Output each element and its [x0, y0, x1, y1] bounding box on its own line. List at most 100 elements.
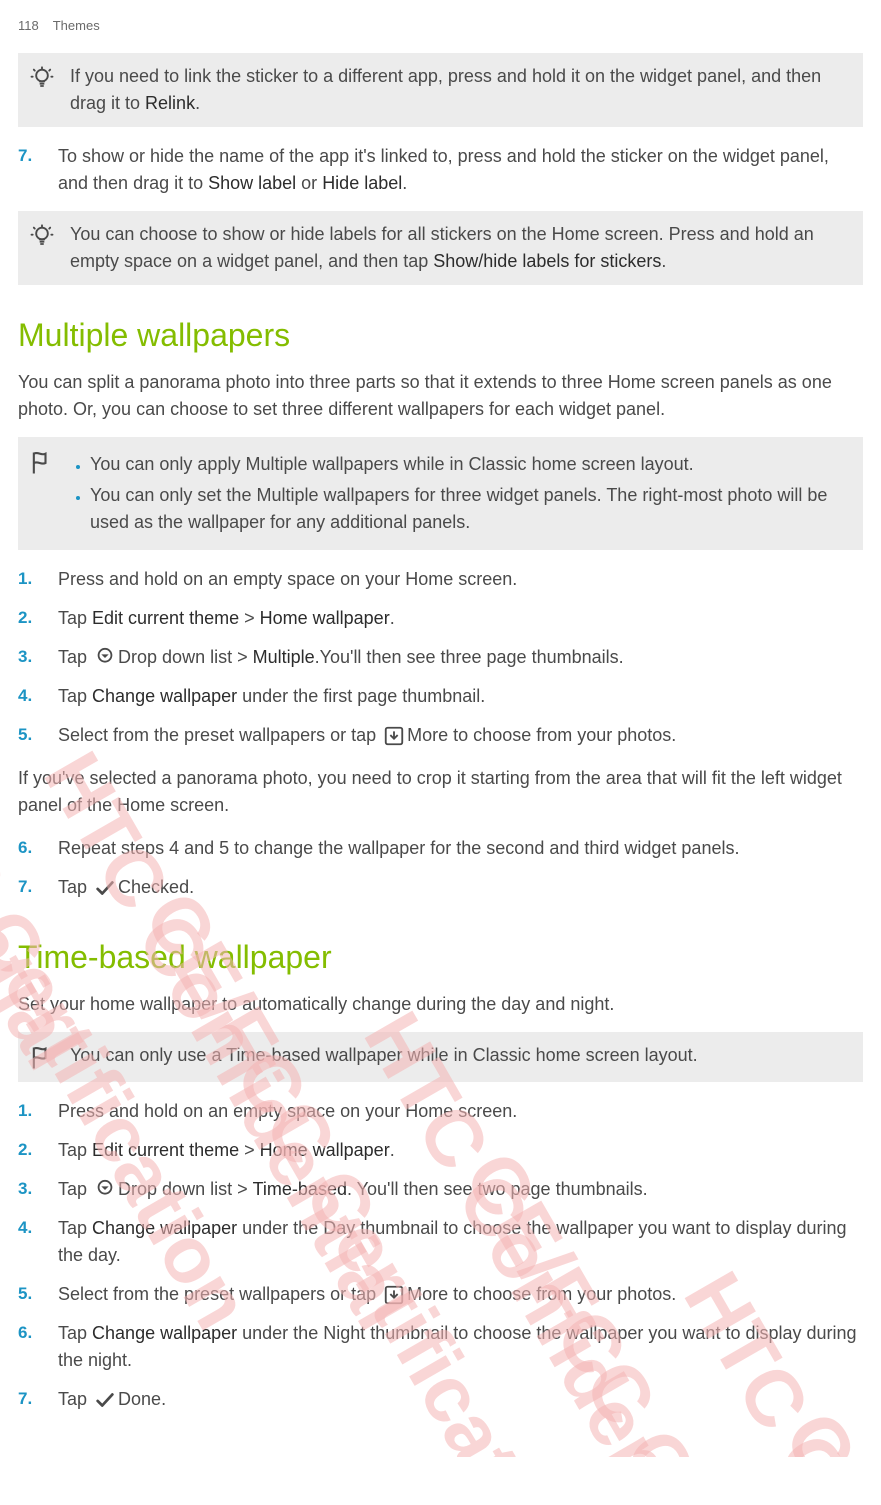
note-show-hide-labels: You can choose to show or hide labels fo… [18, 211, 863, 285]
note-relink-body: If you need to link the sticker to a dif… [70, 63, 849, 117]
multiple-step-6: 6. Repeat steps 4 and 5 to change the wa… [18, 829, 863, 868]
timebased-intro: Set your home wallpaper to automatically… [18, 991, 863, 1018]
step-number: 5. [18, 1281, 44, 1308]
step-number: 7. [18, 143, 44, 197]
note-relink-period: . [195, 93, 200, 113]
multiple-step-3: 3. Tap Drop down list > Multiple.You'll … [18, 638, 863, 677]
s4-post: under the first page thumbnail. [237, 686, 485, 706]
heading-time-based-wallpaper: Time-based wallpaper [18, 933, 863, 981]
step7-text-a: To show or hide the name of the app it's… [58, 146, 829, 193]
s5-more: More to choose from your photos. [407, 725, 676, 745]
multiple-intro: You can split a panorama photo into thre… [18, 369, 863, 423]
multiple-steps: 1. Press and hold on an empty space on y… [18, 560, 863, 755]
timebased-steps: 1. Press and hold on an empty space on y… [18, 1092, 863, 1419]
step-body: Tap Drop down list > Multiple.You'll the… [58, 644, 863, 671]
page-section: Themes [53, 18, 100, 33]
home-wallpaper: Home wallpaper [260, 608, 390, 628]
s3-post: .You'll then see three page thumbnails. [315, 647, 624, 667]
step-body: Tap Edit current theme > Home wallpaper. [58, 1137, 863, 1164]
s2-mid: > [239, 608, 260, 628]
multiple-steps-cont: 6. Repeat steps 4 and 5 to change the wa… [18, 829, 863, 907]
note-labels-body: You can choose to show or hide labels fo… [70, 221, 849, 275]
timebased-step-3: 3. Tap Drop down list > Time-based. You'… [18, 1170, 863, 1209]
step-body: Tap Change wallpaper under the first pag… [58, 683, 863, 710]
step7-period: . [402, 173, 407, 193]
tb-s3-drop: Drop down list > [118, 1179, 253, 1199]
step-body: To show or hide the name of the app it's… [58, 143, 863, 197]
timebased-step-6: 6. Tap Change wallpaper under the Night … [18, 1314, 863, 1380]
step-number: 6. [18, 835, 44, 862]
step-number: 3. [18, 1176, 44, 1203]
step-number: 4. [18, 1215, 44, 1269]
multiple-interjection: If you've selected a panorama photo, you… [18, 765, 863, 819]
heading-multiple-wallpapers: Multiple wallpapers [18, 311, 863, 359]
step-number: 6. [18, 1320, 44, 1374]
page-root: HTC Confidential CE/FCC Certification HT… [0, 0, 881, 1457]
step-number: 1. [18, 1098, 44, 1125]
flag-icon [28, 447, 56, 540]
s2-pre: Tap [58, 608, 92, 628]
sticker-step-7: 7. To show or hide the name of the app i… [18, 137, 863, 203]
step7-or: or [296, 173, 322, 193]
s4-pre: Tap [58, 686, 92, 706]
s3-pre: Tap [58, 647, 92, 667]
tb-s5-pre: Select from the preset wallpapers or tap [58, 1284, 381, 1304]
timebased-step-2: 2. Tap Edit current theme > Home wallpap… [18, 1131, 863, 1170]
step-number: 3. [18, 644, 44, 671]
more-download-icon [383, 725, 405, 747]
step-body: Tap Checked. [58, 874, 863, 901]
step-number: 2. [18, 1137, 44, 1164]
note-timebased: You can only use a Time-based wallpaper … [18, 1032, 863, 1082]
note-multiple-item-1: You can only set the Multiple wallpapers… [90, 482, 849, 536]
show-label: Show label [208, 173, 296, 193]
multiple-option: Multiple [253, 647, 315, 667]
hide-label: Hide label [322, 173, 402, 193]
note-labels-period: . [661, 251, 666, 271]
tb-s5-more: More to choose from your photos. [407, 1284, 676, 1304]
page-number: 118 [18, 18, 39, 33]
s7-checked: Checked. [118, 877, 194, 897]
s2-post: . [390, 608, 395, 628]
step-number: 2. [18, 605, 44, 632]
step-body: Press and hold on an empty space on your… [58, 566, 863, 593]
note-multiple-body: You can only apply Multiple wallpapers w… [70, 447, 849, 540]
change-wallpaper: Change wallpaper [92, 686, 237, 706]
s3-drop: Drop down list > [118, 647, 253, 667]
change-wallpaper: Change wallpaper [92, 1218, 237, 1238]
tb-s2-mid: > [239, 1140, 260, 1160]
tb-s7-done: Done. [118, 1389, 166, 1409]
check-icon [94, 877, 116, 899]
multiple-step-2: 2. Tap Edit current theme > Home wallpap… [18, 599, 863, 638]
multiple-step-7: 7. Tap Checked. [18, 868, 863, 907]
more-download-icon [383, 1284, 405, 1306]
timebased-step-1: 1. Press and hold on an empty space on y… [18, 1092, 863, 1131]
step-body: Tap Done. [58, 1386, 863, 1413]
step-number: 1. [18, 566, 44, 593]
show-hide-labels: Show/hide labels for stickers [433, 251, 661, 271]
timebased-step-5: 5. Select from the preset wallpapers or … [18, 1275, 863, 1314]
step-body: Press and hold on an empty space on your… [58, 1098, 863, 1125]
step-number: 4. [18, 683, 44, 710]
page-content: If you need to link the sticker to a dif… [0, 53, 881, 1419]
step-number: 5. [18, 722, 44, 749]
home-wallpaper: Home wallpaper [260, 1140, 390, 1160]
tb-s6-pre: Tap [58, 1323, 92, 1343]
tb-s2-post: . [390, 1140, 395, 1160]
step-body: Tap Edit current theme > Home wallpaper. [58, 605, 863, 632]
dropdown-icon [94, 647, 116, 669]
tb-s3-pre: Tap [58, 1179, 92, 1199]
step-number: 7. [18, 874, 44, 901]
dropdown-icon [94, 1179, 116, 1201]
note-timebased-body: You can only use a Time-based wallpaper … [70, 1042, 849, 1072]
step-body: Tap Drop down list > Time-based. You'll … [58, 1176, 863, 1203]
edit-current-theme: Edit current theme [92, 608, 239, 628]
step-body: Tap Change wallpaper under the Night thu… [58, 1320, 863, 1374]
tip-bulb-icon [28, 221, 56, 275]
multiple-step-5: 5. Select from the preset wallpapers or … [18, 716, 863, 755]
check-icon [94, 1389, 116, 1411]
step-body: Select from the preset wallpapers or tap… [58, 1281, 863, 1308]
tb-s4-pre: Tap [58, 1218, 92, 1238]
tip-bulb-icon [28, 63, 56, 117]
page-header: 118 Themes [0, 18, 881, 47]
flag-icon [28, 1042, 56, 1072]
